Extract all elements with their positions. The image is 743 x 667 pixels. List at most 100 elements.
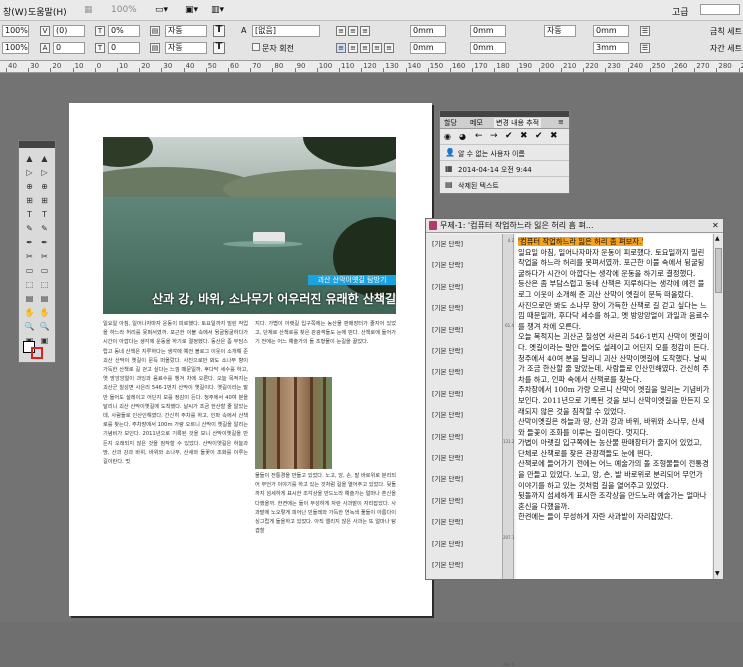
spacing-field-2[interactable]: 3mm: [593, 42, 629, 54]
next-change-icon[interactable]: →: [490, 131, 498, 141]
story-paragraph[interactable]: 사진으로만 봐도 소나무 향이 가득한 산책로 길 걷고 싶다는 느낌 때문일까…: [518, 301, 710, 333]
story-paragraph[interactable]: 산책로에 들어가기 전에는 어느 예술가의 돌 조형물들이 전통경을 만들고 있…: [518, 459, 710, 491]
tool-button[interactable]: ✒: [39, 237, 50, 248]
story-paragraph[interactable]: 뒷돌까지 섬세하게 표시한 조각상을 만드노라 예술가는 얼마나 혼신을 다했을…: [518, 491, 710, 512]
paragraph-style-label[interactable]: [기본 단락]: [432, 431, 463, 441]
story-paragraph[interactable]: 일요일 아침, 일어나자마자 운동이 피로했다. 토요일까지 밀린 작업을 하느…: [518, 248, 710, 280]
tool-button[interactable]: ✎: [24, 223, 35, 234]
tool-button[interactable]: ▣: [39, 335, 50, 346]
align-right-icon[interactable]: ≡: [360, 26, 370, 36]
leading-field-2[interactable]: 자동: [165, 42, 207, 54]
tool-button[interactable]: ⊕: [24, 181, 35, 192]
tool-button[interactable]: ▭: [39, 265, 50, 276]
char-rotate-checkbox[interactable]: [252, 43, 260, 51]
skew-field[interactable]: 0: [108, 42, 140, 54]
article-column-2-bottom[interactable]: 물들이 전통경을 만들고 있었다. 노고, 앙, 손, 발 바로위로 분리되어 …: [255, 472, 396, 612]
paragraph-style-label[interactable]: [기본 단락]: [432, 366, 463, 376]
justify-center-icon[interactable]: ≡: [348, 43, 358, 53]
paragraph-style-label[interactable]: [기본 단락]: [432, 538, 463, 548]
space-after-field[interactable]: 0mm: [470, 42, 506, 54]
spacing-field[interactable]: 0mm: [593, 25, 629, 37]
tool-button[interactable]: T: [24, 209, 35, 220]
tool-button[interactable]: ▷: [39, 167, 50, 178]
pine-forest-photo[interactable]: [255, 377, 332, 469]
paragraph-style-label[interactable]: [기본 단락]: [432, 345, 463, 355]
paragraph-style-label[interactable]: [기본 단락]: [432, 281, 463, 291]
close-icon[interactable]: ✕: [712, 221, 719, 230]
tool-button[interactable]: ▤: [24, 293, 35, 304]
screen-mode-icon[interactable]: ▣▾: [185, 5, 198, 15]
accept-change-icon[interactable]: ✔: [505, 131, 513, 141]
tool-button[interactable]: ✒: [24, 237, 35, 248]
tool-button[interactable]: ✋: [39, 307, 50, 318]
justify-left-icon[interactable]: ≡: [336, 43, 346, 53]
paragraph-style-label[interactable]: [기본 단락]: [432, 324, 463, 334]
tool-button[interactable]: ▤: [39, 293, 50, 304]
tool-button[interactable]: ✂: [24, 251, 35, 262]
tool-button[interactable]: 🔍: [39, 321, 50, 332]
story-paragraph[interactable]: 한켠에는 들이 무성하게 자란 사과밭이 자리잡았다.: [518, 512, 710, 523]
paragraph-style-label[interactable]: [기본 단락]: [432, 388, 463, 398]
bullets-icon[interactable]: ☰: [640, 26, 650, 36]
story-editor-title[interactable]: 무제-1: '컴퓨터 작업하느라 잃은 허리 흠 펴...: [426, 219, 723, 233]
search-field[interactable]: [700, 4, 740, 15]
drop-cap-field[interactable]: 자동: [544, 25, 576, 37]
paragraph-style-label[interactable]: [기본 단락]: [432, 452, 463, 462]
lake-photo[interactable]: [103, 137, 396, 314]
tool-button[interactable]: ⬚: [24, 279, 35, 290]
story-paragraph[interactable]: 가볍이 아랫길 입구쪽에는 농산물 판매장터가 줄지어 있었고, 단체로 산책로…: [518, 438, 710, 459]
leading-field[interactable]: 자동: [165, 25, 207, 37]
char-style-icon[interactable]: ▤: [150, 26, 160, 36]
tool-button[interactable]: ▭: [24, 265, 35, 276]
tool-button[interactable]: ✋: [24, 307, 35, 318]
paragraph-style-label[interactable]: [기본 단락]: [432, 238, 463, 248]
article-column-1[interactable]: 일요일 아침, 일어나자마자 운동이 피로했다. 토요일까지 밀린 작업을 하느…: [103, 320, 248, 615]
justify-right-icon[interactable]: ≡: [360, 43, 370, 53]
tool-button[interactable]: ⊕: [39, 181, 50, 192]
text-fill-icon[interactable]: T: [213, 25, 225, 37]
tab-track-changes[interactable]: 변경 내용 추적: [494, 118, 542, 128]
menu-window[interactable]: 창(W): [3, 5, 27, 18]
article-column-2-top[interactable]: 지다. 가볍이 아랫길 입구쪽에는 농산물 판매장터가 줄지어 있었고, 단체로…: [255, 320, 396, 372]
paragraph-style-label[interactable]: [기본 단락]: [432, 516, 463, 526]
paragraph-style-label[interactable]: [기본 단락]: [432, 495, 463, 505]
grid-icon[interactable]: ▦: [84, 5, 93, 15]
reject-all-icon[interactable]: ✖: [550, 131, 558, 141]
justify-all-icon[interactable]: ≡: [372, 43, 382, 53]
right-indent-field[interactable]: 0mm: [410, 42, 446, 54]
tool-button[interactable]: ✎: [39, 223, 50, 234]
zoom-level[interactable]: 100%: [111, 5, 137, 15]
reject-change-icon[interactable]: ✖: [520, 131, 528, 141]
scroll-down-icon[interactable]: ▼: [715, 570, 720, 577]
spine-align-icon[interactable]: ≡: [384, 43, 394, 53]
paragraph-style-label[interactable]: [기본 단락]: [432, 302, 463, 312]
text-stroke-icon[interactable]: T: [213, 42, 225, 54]
align-left-icon[interactable]: ≡: [336, 26, 346, 36]
panel-menu-icon[interactable]: ≡: [556, 118, 566, 126]
stroke-swatch[interactable]: [31, 347, 43, 359]
enable-tracking-icon[interactable]: ◉: [444, 132, 451, 141]
tool-button[interactable]: ⬚: [39, 279, 50, 290]
tool-button[interactable]: 🔍: [24, 321, 35, 332]
story-paragraph[interactable]: 오늘 목적지는 괴산군 칠성면 사은리 546-1번지 산막이 옛길이다. 옛길…: [518, 332, 710, 353]
scale-x-field[interactable]: 100%: [2, 25, 29, 37]
scroll-up-icon[interactable]: ▲: [715, 235, 720, 242]
align-center-icon[interactable]: ≡: [348, 26, 358, 36]
story-text-area[interactable]: '컴퓨터 작업하느라 잃은 허리 좀 펴보자.' 일요일 아침, 일어나자마자 …: [516, 234, 712, 579]
tool-button[interactable]: ⊞: [24, 195, 35, 206]
tools-titlebar[interactable]: [19, 141, 55, 148]
horizontal-ruler[interactable]: 40 30 20 10 0 10 20 30 40 50 60 70 80 90 100 110 120 130 1…: [0, 61, 743, 73]
space-before-field[interactable]: 0mm: [470, 25, 506, 37]
tab-assignments[interactable]: 할당: [442, 118, 459, 128]
tool-button[interactable]: ⊞: [39, 195, 50, 206]
story-paragraph[interactable]: 청주에서 40여 분을 달리니 괴산 산막이옛길에 도착했다. 날씨가 조금 한…: [518, 354, 710, 386]
language-field[interactable]: [없음]: [252, 25, 320, 37]
highlighted-change[interactable]: '컴퓨터 작업하느라 잃은 허리 좀 펴보자.': [518, 237, 644, 246]
left-indent-field[interactable]: 0mm: [410, 25, 446, 37]
para-style-icon[interactable]: ▤: [150, 43, 160, 53]
arrange-icon[interactable]: ▥▾: [211, 5, 224, 15]
story-scrollbar[interactable]: ▲ ▼: [713, 234, 723, 579]
tracking-field[interactable]: 0: [53, 42, 85, 54]
tool-button[interactable]: ▷: [24, 167, 35, 178]
scale-y-field[interactable]: 100%: [2, 42, 29, 54]
